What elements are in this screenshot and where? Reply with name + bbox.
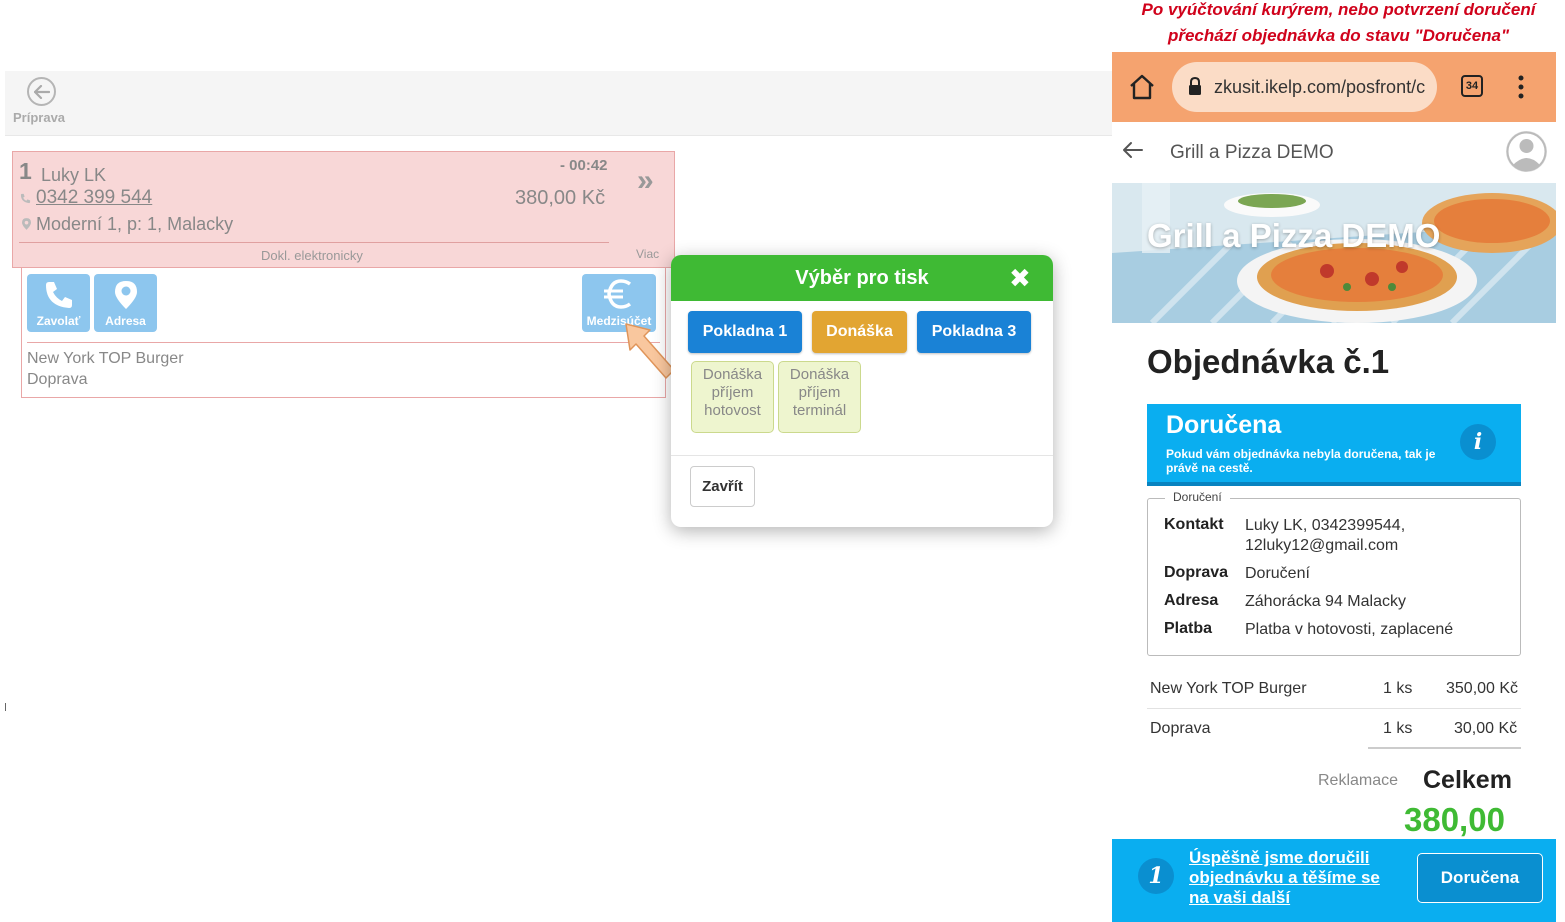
back-label[interactable]: Príprava: [13, 110, 65, 125]
open-order-chevron-icon[interactable]: »: [637, 164, 654, 198]
divider: [1147, 708, 1521, 709]
pokladna-3-button[interactable]: Pokladna 3: [917, 311, 1031, 353]
donaska-button[interactable]: Donáška: [812, 311, 907, 353]
item-name: Doprava: [1150, 720, 1211, 737]
order-title: Objednávka č.1: [1147, 343, 1390, 380]
detail-label: Kontakt: [1164, 516, 1224, 533]
address-button[interactable]: Adresa: [94, 274, 157, 332]
item-qty: 1 ks: [1383, 680, 1413, 697]
home-icon[interactable]: [1128, 74, 1156, 100]
customer-phone-link[interactable]: 0342 399 544: [36, 187, 152, 209]
delivered-button[interactable]: Doručena: [1417, 853, 1543, 903]
total-price: 380,00: [1404, 801, 1505, 838]
app-title: Grill a Pizza DEMO: [1170, 142, 1334, 163]
divider: [671, 455, 1053, 456]
user-icon: [1506, 131, 1547, 172]
detail-value: Platba v hotovosti, zaplacené: [1245, 621, 1454, 638]
order-price: 380,00 Kč: [515, 187, 606, 209]
item-price: 30,00 Kč: [1454, 720, 1518, 737]
more-link[interactable]: Viac: [636, 247, 659, 261]
divider: [1368, 747, 1521, 749]
dialog-title: Výběr pro tisk: [671, 255, 1053, 301]
pokladna-1-button[interactable]: Pokladna 1: [688, 311, 802, 353]
url-bar[interactable]: zkusit.ikelp.com/posfront/c: [1172, 62, 1437, 112]
annotation-note: přechází objednávka do stavu "Doručena": [1167, 26, 1510, 45]
order-number: 1: [19, 158, 32, 184]
back-arrow-icon[interactable]: [1122, 140, 1144, 160]
total-label: Celkem: [1423, 766, 1512, 794]
donaska-cash-option[interactable]: Donáška příjem hotovost: [691, 361, 774, 433]
phone-icon: [45, 282, 72, 308]
order-item: Doprava: [27, 371, 88, 388]
phone-icon: [20, 193, 31, 204]
euro-icon: [604, 279, 632, 309]
detail-value: Doručení: [1245, 565, 1310, 582]
tabs-count-icon[interactable]: 34: [1461, 75, 1483, 97]
detail-label: Doprava: [1164, 564, 1229, 581]
map-pin-icon: [114, 281, 137, 309]
divider: [19, 242, 609, 243]
item-qty: 1 ks: [1383, 720, 1413, 737]
delivery-legend: Doručení: [1165, 490, 1230, 504]
close-button[interactable]: Zavřít: [690, 466, 755, 507]
detail-label: Platba: [1164, 620, 1213, 637]
url-text: zkusit.ikelp.com/posfront/c: [1214, 76, 1426, 97]
avatar[interactable]: [1506, 131, 1547, 172]
order-timer: - 00:42: [560, 157, 608, 174]
detail-value: 12luky12@gmail.com: [1245, 537, 1399, 554]
more-menu-icon[interactable]: [1515, 74, 1527, 100]
complaint-link[interactable]: Reklamace: [1318, 772, 1398, 790]
donaska-terminal-option[interactable]: Donáška příjem terminál: [778, 361, 861, 433]
cursor-mark: [5, 703, 6, 711]
footer-message-link[interactable]: Úspěšně jsme doručili objednávku a těším…: [1189, 848, 1404, 908]
pos-toolbar: [5, 71, 1112, 136]
map-pin-icon: [22, 218, 31, 230]
print-selection-dialog: Výběr pro tisk ✖ Pokladna 1 Donáška Pokl…: [671, 255, 1053, 527]
banner-title: Grill a Pizza DEMO: [1147, 217, 1441, 254]
info-icon: 1: [1138, 858, 1174, 894]
customer-name: Luky LK: [41, 165, 107, 185]
item-price: 350,00 Kč: [1446, 680, 1519, 697]
info-icon[interactable]: i: [1460, 424, 1496, 460]
close-icon[interactable]: ✖: [1009, 263, 1031, 294]
customer-address: Moderní 1, p: 1, Malacky: [36, 214, 234, 234]
call-button[interactable]: Zavolať: [27, 274, 90, 332]
lock-icon: [1189, 76, 1201, 95]
detail-value: Luky LK, 0342399544,: [1245, 517, 1406, 534]
detail-value: Záhorácka 94 Malacky: [1245, 593, 1406, 610]
item-name: New York TOP Burger: [1150, 680, 1307, 697]
annotation-note: Po vyúčtování kurýrem, nebo potvrzení do…: [1141, 0, 1536, 19]
divider: [27, 342, 660, 343]
status-title: Doručena: [1166, 411, 1282, 439]
order-item: New York TOP Burger: [27, 350, 184, 367]
status-subtitle: Pokud vám objednávka nebyla doručena, ta…: [1166, 447, 1436, 475]
back-arrow-icon[interactable]: [27, 77, 56, 106]
document-type: Dokl. elektronicky: [261, 248, 363, 263]
detail-label: Adresa: [1164, 592, 1219, 609]
